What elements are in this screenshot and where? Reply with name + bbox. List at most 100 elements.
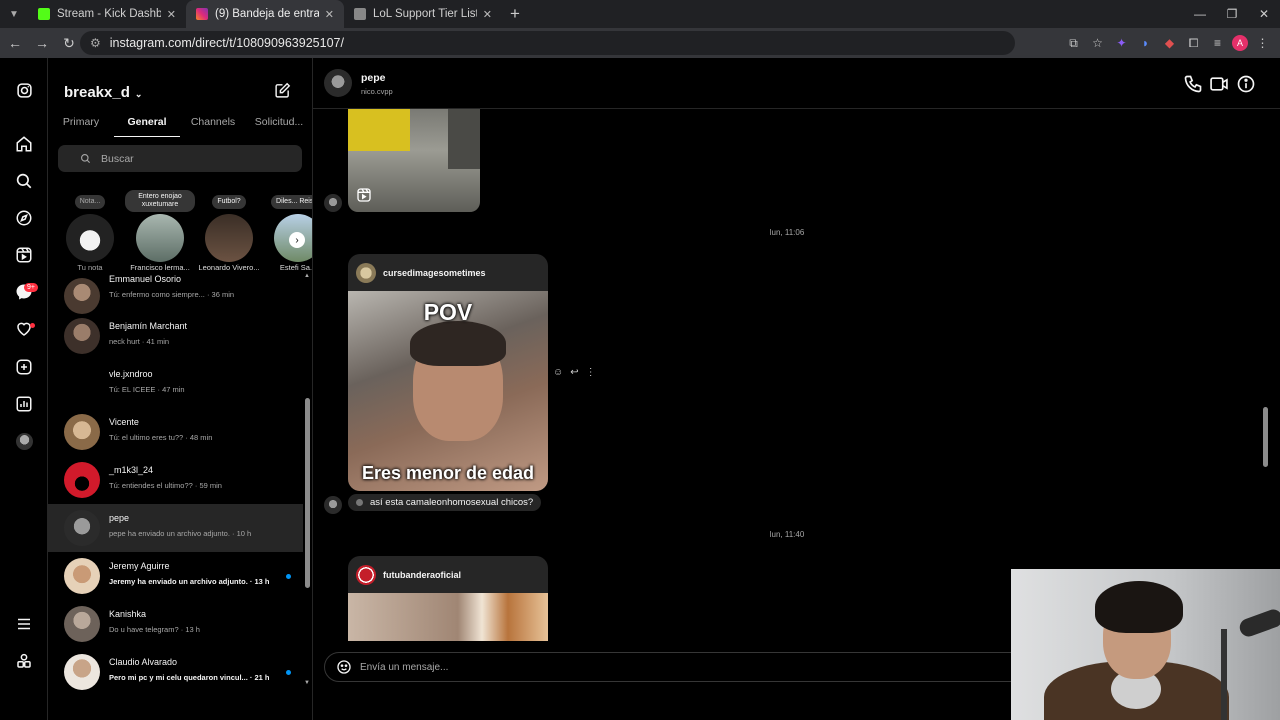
- browser-toolbar: ← → ↻ ⚙ instagram.com/direct/t/108090963…: [0, 28, 1280, 58]
- tab-general[interactable]: General: [114, 114, 180, 137]
- note-bubble: Nota...: [74, 195, 106, 209]
- note-item[interactable]: Futbol? Leonardo Vivero...: [194, 190, 264, 272]
- search-icon[interactable]: [12, 169, 36, 193]
- restore-icon[interactable]: ❐: [1216, 0, 1248, 28]
- minimize-icon[interactable]: —: [1184, 0, 1216, 28]
- tab-channels[interactable]: Channels: [180, 114, 246, 138]
- shared-post[interactable]: futubanderaoficial: [348, 556, 548, 641]
- voice-call-icon[interactable]: [1183, 74, 1203, 94]
- browser-tab[interactable]: Stream - Kick Dashboard ✕: [28, 0, 186, 28]
- create-post-icon[interactable]: [12, 355, 36, 379]
- extension-icon[interactable]: ◆: [1160, 34, 1179, 53]
- avatar: [64, 510, 100, 546]
- home-icon[interactable]: [12, 132, 36, 156]
- new-message-icon[interactable]: [274, 82, 291, 104]
- close-tab-icon[interactable]: ✕: [167, 8, 176, 21]
- conversation-item[interactable]: Jeremy Aguirre Jeremy ha enviado un arch…: [48, 552, 303, 600]
- close-window-icon[interactable]: ✕: [1248, 0, 1280, 28]
- messages-badge: 9+: [24, 283, 38, 292]
- explore-compass-icon[interactable]: [12, 206, 36, 230]
- conversation-item[interactable]: Kanishka Do u have telegram? · 13 h: [48, 600, 303, 648]
- note-item[interactable]: Diles... Reis B Estefi Sa...: [263, 190, 312, 272]
- notifications-heart-icon[interactable]: [12, 317, 36, 341]
- reels-icon[interactable]: [12, 243, 36, 267]
- shared-reel[interactable]: [348, 109, 480, 212]
- conversation-name: Claudio Alvarado: [109, 657, 178, 667]
- instagram-logo-icon[interactable]: [12, 78, 36, 102]
- tab-title: Stream - Kick Dashboard: [57, 8, 161, 20]
- reload-icon[interactable]: ↻: [57, 31, 81, 55]
- extension-icon[interactable]: ✦: [1112, 34, 1131, 53]
- reply-icon[interactable]: ↩: [570, 367, 578, 378]
- message-placeholder: Envía un mensaje...: [360, 661, 449, 673]
- avatar: [324, 496, 342, 514]
- kick-favicon-icon: [38, 8, 50, 20]
- chevron-right-icon[interactable]: ›: [289, 232, 305, 248]
- tab-search-button[interactable]: ▼: [0, 0, 28, 28]
- conversation-name: Benjamín Marchant: [109, 321, 188, 331]
- cast-icon[interactable]: ⧉: [1064, 34, 1083, 53]
- chat-scrollbar[interactable]: [1261, 109, 1270, 641]
- profile-avatar-icon[interactable]: [12, 429, 36, 453]
- browser-menu-icon[interactable]: ⋮: [1253, 34, 1272, 53]
- post-caption-top: POV: [423, 299, 473, 325]
- new-tab-button[interactable]: +: [502, 0, 528, 28]
- account-switcher[interactable]: breakx_d ⌄: [64, 84, 142, 101]
- note-item[interactable]: Nota... Tu nota: [55, 190, 125, 272]
- conversation-item[interactable]: Vicente Tú: el ultimo eres tu?? · 48 min: [48, 408, 303, 456]
- avatar: [356, 262, 376, 283]
- extension-icon[interactable]: ◗: [1136, 34, 1155, 53]
- conversation-item[interactable]: vle.jxndroo Tú: EL ICEEE · 47 min: [48, 360, 303, 408]
- close-tab-icon[interactable]: ✕: [483, 8, 492, 21]
- tab-primary[interactable]: Primary: [48, 114, 114, 138]
- chat-header: pepe nico.cvpp: [313, 58, 1280, 109]
- conversation-item[interactable]: _m1k3l_24 Tú: entiendes el ultimo?? · 59…: [48, 456, 303, 504]
- sender-avatar-icon: [356, 499, 363, 506]
- also-from-meta-icon[interactable]: [12, 649, 36, 673]
- scrollbar-thumb[interactable]: [305, 398, 310, 588]
- address-bar[interactable]: ⚙ instagram.com/direct/t/108090963925107…: [80, 31, 1015, 55]
- media-controls-icon[interactable]: ≡: [1208, 34, 1227, 53]
- extensions-puzzle-icon[interactable]: ⧠: [1184, 34, 1203, 53]
- conversation-item[interactable]: Claudio Alvarado Pero mi pc y mi celu qu…: [48, 648, 303, 696]
- react-emoji-icon[interactable]: ☺: [553, 367, 563, 378]
- more-options-icon[interactable]: ⋮: [586, 367, 596, 378]
- conversation-name: pepe: [109, 513, 130, 523]
- post-image: POV Eres menor de edad: [348, 291, 548, 491]
- more-menu-icon[interactable]: [12, 612, 36, 636]
- search-input[interactable]: Buscar: [58, 145, 302, 172]
- conversation-item[interactable]: Benjamín Marchant neck hurt · 41 min: [48, 312, 303, 360]
- conversation-name: Kanishka: [109, 609, 147, 619]
- conversation-name: vle.jxndroo: [109, 369, 153, 379]
- shared-post[interactable]: cursedimagesometimes POV Eres menor de e…: [348, 254, 548, 491]
- avatar: [64, 278, 100, 314]
- url-text: instagram.com/direct/t/108090963925107/: [109, 36, 344, 50]
- scrollbar-thumb[interactable]: [1263, 407, 1268, 467]
- tab-requests[interactable]: Solicitud...: [246, 114, 312, 138]
- profile-avatar[interactable]: A: [1232, 35, 1248, 51]
- inbox-scrollbar[interactable]: ▲ ▼: [304, 273, 311, 720]
- browser-tab[interactable]: LoL Support Tier List, 25.19, Be ✕: [344, 0, 502, 28]
- dashboard-icon[interactable]: [12, 392, 36, 416]
- chat-contact-name[interactable]: pepe: [361, 72, 386, 84]
- conversation-info-icon[interactable]: [1236, 74, 1256, 94]
- browser-tab-active[interactable]: (9) Bandeja de entrada • Chats ✕: [186, 0, 344, 28]
- message-actions: ☺ ↩ ⋮: [553, 367, 596, 378]
- note-name: Francisco lerma...: [130, 263, 190, 272]
- avatar[interactable]: [324, 69, 352, 97]
- conversation-item-selected[interactable]: pepe pepe ha enviado un archivo adjunto.…: [48, 504, 303, 552]
- avatar: [356, 564, 376, 585]
- bookmark-star-icon[interactable]: ☆: [1088, 34, 1107, 53]
- emoji-icon[interactable]: [336, 659, 352, 675]
- close-tab-icon[interactable]: ✕: [325, 8, 334, 21]
- conversation-name: _m1k3l_24: [109, 465, 154, 475]
- message-bubble[interactable]: así esta camaleonhomosexual chicos?: [348, 494, 542, 511]
- site-info-icon[interactable]: ⚙: [90, 36, 101, 50]
- video-call-icon[interactable]: [1209, 74, 1229, 94]
- scroll-up-icon[interactable]: ▲: [304, 273, 310, 279]
- unread-dot: [286, 670, 291, 675]
- scroll-down-icon[interactable]: ▼: [304, 680, 310, 686]
- back-icon[interactable]: ←: [3, 31, 27, 55]
- forward-icon[interactable]: →: [30, 31, 54, 55]
- note-item[interactable]: Entero enojao xuxetumare Francisco lerma…: [125, 190, 195, 272]
